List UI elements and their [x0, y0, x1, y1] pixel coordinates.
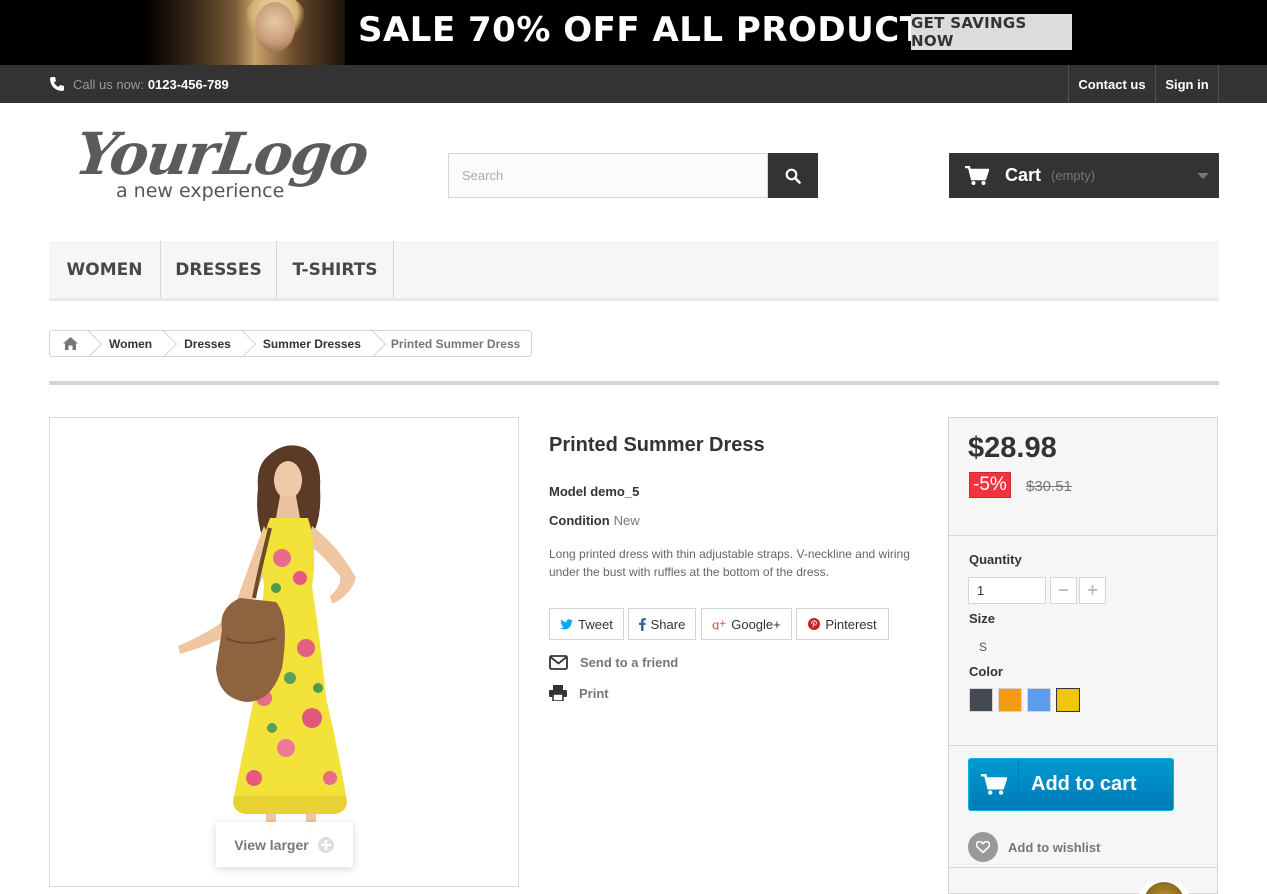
size-select[interactable]: S	[979, 640, 987, 654]
google-plus-label: Google+	[731, 616, 781, 632]
add-to-cart-area: Add to cart Add to wishlist	[949, 745, 1217, 868]
breadcrumb-label: Dresses	[184, 336, 231, 351]
model-label: Model	[549, 484, 587, 499]
view-larger-label: View larger	[234, 836, 309, 853]
size-label: Size	[969, 611, 996, 626]
send-to-friend-link[interactable]: Send to a friend	[549, 655, 678, 670]
color-label: Color	[969, 664, 1003, 679]
contact-us-link[interactable]: Contact us	[1068, 65, 1155, 103]
add-to-wishlist-link[interactable]: Add to wishlist	[968, 832, 1100, 862]
product-image-frame[interactable]: View larger	[49, 417, 519, 887]
banner-title: SALE 70% OFF ALL PRODUCTS	[358, 10, 949, 50]
product-model: Model demo_5	[549, 484, 639, 499]
tweet-label: Tweet	[578, 616, 613, 632]
call-label: Call us now:	[73, 76, 144, 92]
cart-button[interactable]: Cart (empty)	[949, 153, 1219, 198]
product-title: Printed Summer Dress	[549, 434, 765, 456]
logo-main-text: YourLogo	[71, 120, 372, 188]
twitter-icon	[560, 618, 574, 629]
model-value: demo_5	[590, 484, 640, 499]
wishlist-label: Add to wishlist	[1008, 839, 1101, 855]
logo-tagline: a new experience	[116, 180, 285, 202]
color-swatch[interactable]	[1056, 688, 1080, 712]
add-to-cart-label: Add to cart	[1031, 773, 1137, 795]
google-plus-button[interactable]: g + Google+	[701, 608, 792, 640]
price-area: $28.98 -5% $30.51	[949, 418, 1217, 536]
phone-number: 0123-456-789	[147, 76, 229, 92]
home-icon	[63, 337, 78, 350]
svg-text:+: +	[719, 619, 726, 629]
zoom-plus-icon	[317, 836, 334, 853]
section-divider	[49, 381, 1219, 385]
search-button[interactable]	[768, 153, 818, 198]
minus-icon: −	[1058, 580, 1069, 600]
facebook-share-button[interactable]: Share	[628, 608, 696, 640]
seal-badge-icon	[1139, 881, 1189, 894]
quantity-decrease-button[interactable]: −	[1050, 577, 1077, 604]
call-us: Call us now: 0123-456-789	[49, 76, 229, 92]
quantity-input[interactable]	[968, 577, 1046, 604]
facebook-icon	[638, 617, 646, 631]
add-to-cart-button[interactable]: Add to cart	[968, 758, 1174, 811]
color-swatch[interactable]	[998, 688, 1022, 712]
banner-model-face	[255, 2, 295, 52]
view-larger-button[interactable]: View larger	[216, 822, 353, 867]
shopping-cart-icon	[965, 165, 989, 185]
cart-status: (empty)	[1051, 168, 1096, 183]
share-label: Share	[650, 616, 686, 632]
breadcrumb-label: Women	[109, 336, 153, 351]
pinterest-label: Pinterest	[825, 616, 877, 632]
print-label: Print	[579, 685, 609, 701]
print-link[interactable]: Print	[549, 685, 609, 701]
breadcrumb-current: Printed Summer Dress	[375, 331, 531, 356]
old-price: $30.51	[1026, 478, 1072, 495]
get-savings-button[interactable]: GET SAVINGS NOW	[911, 14, 1072, 50]
cart-label: Cart	[1005, 165, 1042, 185]
product-condition: Condition New	[549, 513, 640, 528]
promo-banner[interactable]: SALE 70% OFF ALL PRODUCTS GET SAVINGS NO…	[0, 0, 1267, 65]
tweet-button[interactable]: Tweet	[549, 608, 624, 640]
menu-item-women[interactable]: WOMEN	[49, 241, 161, 298]
sign-in-link[interactable]: Sign in	[1155, 65, 1219, 103]
discount-badge: -5%	[969, 472, 1011, 498]
condition-value: New	[613, 513, 640, 528]
top-navbar: Call us now: 0123-456-789 Contact us Sig…	[0, 65, 1267, 103]
chevron-down-icon	[1197, 173, 1209, 179]
phone-icon	[50, 77, 64, 91]
breadcrumb-home[interactable]	[50, 331, 91, 356]
color-swatch[interactable]	[969, 688, 993, 712]
site-logo[interactable]: YourLogo a new experience	[71, 120, 371, 210]
condition-label: Condition	[549, 513, 610, 528]
menu-item-dresses[interactable]: DRESSES	[161, 241, 277, 298]
breadcrumb-item-dresses[interactable]: Dresses	[166, 331, 245, 356]
shopping-cart-icon	[980, 773, 1007, 795]
heart-icon	[968, 832, 998, 862]
product-photo	[178, 445, 356, 834]
send-to-friend-label: Send to a friend	[580, 655, 679, 670]
pinterest-icon	[808, 618, 821, 630]
product-price: $28.98	[968, 432, 1057, 464]
search-icon	[785, 168, 801, 184]
menu-item-tshirts[interactable]: T-SHIRTS	[277, 241, 394, 298]
google-plus-icon: g +	[712, 618, 726, 630]
quantity-label: Quantity	[969, 552, 1022, 567]
envelope-icon	[549, 655, 568, 670]
breadcrumb: Women Dresses Summer Dresses Printed Sum…	[49, 330, 533, 357]
printer-icon	[549, 685, 567, 701]
pinterest-button[interactable]: Pinterest	[796, 608, 889, 640]
breadcrumb-label: Summer Dresses	[262, 336, 361, 351]
cart-icon-wrap	[969, 759, 1019, 810]
quantity-increase-button[interactable]: +	[1079, 577, 1106, 604]
category-menu: WOMEN DRESSES T-SHIRTS	[49, 241, 1219, 301]
product-description: Long printed dress with thin adjustable …	[549, 547, 910, 579]
breadcrumb-item-summer-dresses[interactable]: Summer Dresses	[245, 331, 375, 356]
breadcrumb-current-label: Printed Summer Dress	[390, 336, 521, 351]
plus-icon: +	[1087, 580, 1098, 600]
color-swatch[interactable]	[1027, 688, 1051, 712]
buy-box: $28.98 -5% $30.51 Quantity − + Size S Co…	[948, 417, 1218, 894]
search-input[interactable]	[448, 153, 768, 198]
